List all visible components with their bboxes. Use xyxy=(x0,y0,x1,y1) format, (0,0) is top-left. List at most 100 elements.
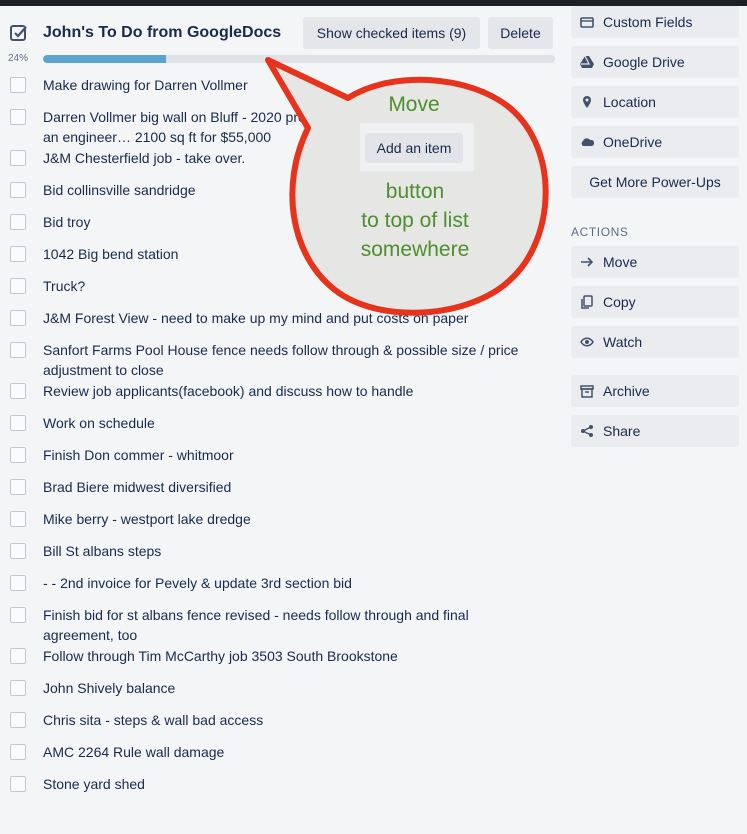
checklist-item-text[interactable]: Sanfort Farms Pool House fence needs fol… xyxy=(43,339,523,380)
onedrive-label: OneDrive xyxy=(603,134,663,150)
checklist-item[interactable]: Darren Vollmer big wall on Bluff - 2020 … xyxy=(0,106,560,147)
checklist-item-checkbox[interactable] xyxy=(10,109,26,125)
checklist-item-checkbox[interactable] xyxy=(10,415,26,431)
custom-fields-label: Custom Fields xyxy=(603,14,693,30)
checklist-item[interactable]: Follow through Tim McCarthy job 3503 Sou… xyxy=(0,645,560,677)
checklist-item[interactable]: Stone yard shed xyxy=(0,773,560,805)
checklist-item-checkbox[interactable] xyxy=(10,150,26,166)
checklist-item-checkbox[interactable] xyxy=(10,712,26,728)
checklist-item[interactable]: - - 2nd invoice for Pevely & update 3rd … xyxy=(0,572,560,604)
location-label: Location xyxy=(603,94,656,110)
share-button[interactable]: Share xyxy=(571,415,739,447)
checklist-item-text[interactable]: AMC 2264 Rule wall damage xyxy=(43,741,523,762)
checklist-item[interactable]: Mike berry - westport lake dredge xyxy=(0,508,560,540)
checklist-item-checkbox[interactable] xyxy=(10,680,26,696)
checklist-item-checkbox[interactable] xyxy=(10,776,26,792)
checklist-item-text[interactable]: - - 2nd invoice for Pevely & update 3rd … xyxy=(43,572,523,593)
checklist-item[interactable]: Finish bid for st albans fence revised -… xyxy=(0,604,560,645)
checklist-item-checkbox[interactable] xyxy=(10,607,26,623)
copy-label: Copy xyxy=(603,294,636,310)
get-more-power-ups-button[interactable]: Get More Power-Ups xyxy=(571,166,739,198)
checklist-item-checkbox[interactable] xyxy=(10,77,26,93)
annotation-text-to-top: to top of list xyxy=(361,209,469,232)
checklist-item-text[interactable]: Chris sita - steps & wall bad access xyxy=(43,709,523,730)
checklist-item[interactable]: Finish Don commer - whitmoor xyxy=(0,444,560,476)
checklist-item-text[interactable]: Review job applicants(facebook) and disc… xyxy=(43,380,523,401)
annotation-text-button: button xyxy=(385,180,445,203)
checklist-item[interactable]: J&M Forest View - need to make up my min… xyxy=(0,307,560,339)
checklist-item-text[interactable]: Work on schedule xyxy=(43,412,523,433)
checklist-item-checkbox[interactable] xyxy=(10,744,26,760)
checklist-item[interactable]: Bill St albans steps xyxy=(0,540,560,572)
checklist-item[interactable]: Work on schedule xyxy=(0,412,560,444)
copy-button[interactable]: Copy xyxy=(571,286,739,318)
checklist-item-text[interactable]: Finish bid for st albans fence revised -… xyxy=(43,604,523,645)
checklist-item[interactable]: Review job applicants(facebook) and disc… xyxy=(0,380,560,412)
annotation-add-item-button: Add an item xyxy=(365,133,463,163)
checklist-item-checkbox[interactable] xyxy=(10,182,26,198)
checklist-item-checkbox[interactable] xyxy=(10,214,26,230)
checklist-item-text[interactable]: John Shively balance xyxy=(43,677,523,698)
onedrive-cloud-icon xyxy=(581,138,594,146)
checklist-item-checkbox[interactable] xyxy=(10,479,26,495)
custom-fields-icon xyxy=(580,17,594,28)
checklist-item-checkbox[interactable] xyxy=(10,383,26,399)
share-icon xyxy=(581,425,593,437)
progress-percent: 24% xyxy=(8,53,29,64)
checklist-item-checkbox[interactable] xyxy=(10,447,26,463)
checklist-item-checkbox[interactable] xyxy=(10,648,26,664)
delete-checklist-button[interactable]: Delete xyxy=(488,17,553,49)
checklist-icon xyxy=(10,25,27,41)
location-pin-icon xyxy=(583,96,591,108)
eye-icon xyxy=(580,337,594,347)
annotation-text-somewhere: somewhere xyxy=(360,238,470,261)
move-label: Move xyxy=(603,254,638,270)
checklist-item-checkbox[interactable] xyxy=(10,511,26,527)
progress-bar xyxy=(43,55,555,63)
watch-label: Watch xyxy=(603,334,643,350)
share-label: Share xyxy=(603,423,641,439)
checklist-item-checkbox[interactable] xyxy=(10,575,26,591)
actions-heading: ACTIONS xyxy=(571,225,629,239)
checklist-item-text[interactable]: Follow through Tim McCarthy job 3503 Sou… xyxy=(43,645,523,666)
archive-button[interactable]: Archive xyxy=(571,375,739,407)
checklist-item-checkbox[interactable] xyxy=(10,310,26,326)
checklist-item[interactable]: Sanfort Farms Pool House fence needs fol… xyxy=(0,339,560,380)
checklist-item-text[interactable]: J&M Forest View - need to make up my min… xyxy=(43,307,523,328)
checklist-item[interactable]: Brad Biere midwest diversified xyxy=(0,476,560,508)
checklist-item[interactable]: Truck? xyxy=(0,275,560,307)
checklist-title[interactable]: John's To Do from GoogleDocs xyxy=(43,24,281,42)
checklist-panel: John's To Do from GoogleDocs Show checke… xyxy=(0,6,560,834)
google-drive-button[interactable]: Google Drive xyxy=(571,46,739,78)
move-button[interactable]: Move xyxy=(571,246,739,278)
copy-icon xyxy=(581,295,593,309)
checklist-item-checkbox[interactable] xyxy=(10,342,26,358)
archive-icon xyxy=(580,385,594,398)
checklist-item-text[interactable]: Bill St albans steps xyxy=(43,540,523,561)
arrow-right-icon xyxy=(581,257,594,267)
location-button[interactable]: Location xyxy=(571,86,739,118)
checklist-item-text[interactable]: Brad Biere midwest diversified xyxy=(43,476,523,497)
archive-label: Archive xyxy=(603,383,650,399)
get-more-power-ups-label: Get More Power-Ups xyxy=(589,174,721,190)
checklist-item[interactable]: J&M Chesterfield job - take over. xyxy=(0,147,560,179)
checklist-item-text[interactable]: Stone yard shed xyxy=(43,773,523,794)
checklist-item-text[interactable]: Truck? xyxy=(43,275,523,296)
onedrive-button[interactable]: OneDrive xyxy=(571,126,739,158)
checklist-item[interactable]: Chris sita - steps & wall bad access xyxy=(0,709,560,741)
checklist-item[interactable]: John Shively balance xyxy=(0,677,560,709)
checklist-item-checkbox[interactable] xyxy=(10,246,26,262)
annotation-add-item-button-frame: Add an item xyxy=(360,123,474,171)
checklist-header: John's To Do from GoogleDocs Show checke… xyxy=(0,12,560,52)
checklist-item-checkbox[interactable] xyxy=(10,278,26,294)
google-drive-icon xyxy=(580,55,594,68)
checklist-item-text[interactable]: Mike berry - westport lake dredge xyxy=(43,508,523,529)
checklist-item[interactable]: AMC 2264 Rule wall damage xyxy=(0,741,560,773)
watch-button[interactable]: Watch xyxy=(571,326,739,358)
show-checked-items-button[interactable]: Show checked items (9) xyxy=(303,17,480,49)
checklist-item-text[interactable]: Finish Don commer - whitmoor xyxy=(43,444,523,465)
progress-bar-fill xyxy=(43,55,166,63)
checklist-item[interactable]: Make drawing for Darren Vollmer xyxy=(0,74,560,106)
checklist-item-checkbox[interactable] xyxy=(10,543,26,559)
custom-fields-button[interactable]: Custom Fields xyxy=(571,6,739,38)
